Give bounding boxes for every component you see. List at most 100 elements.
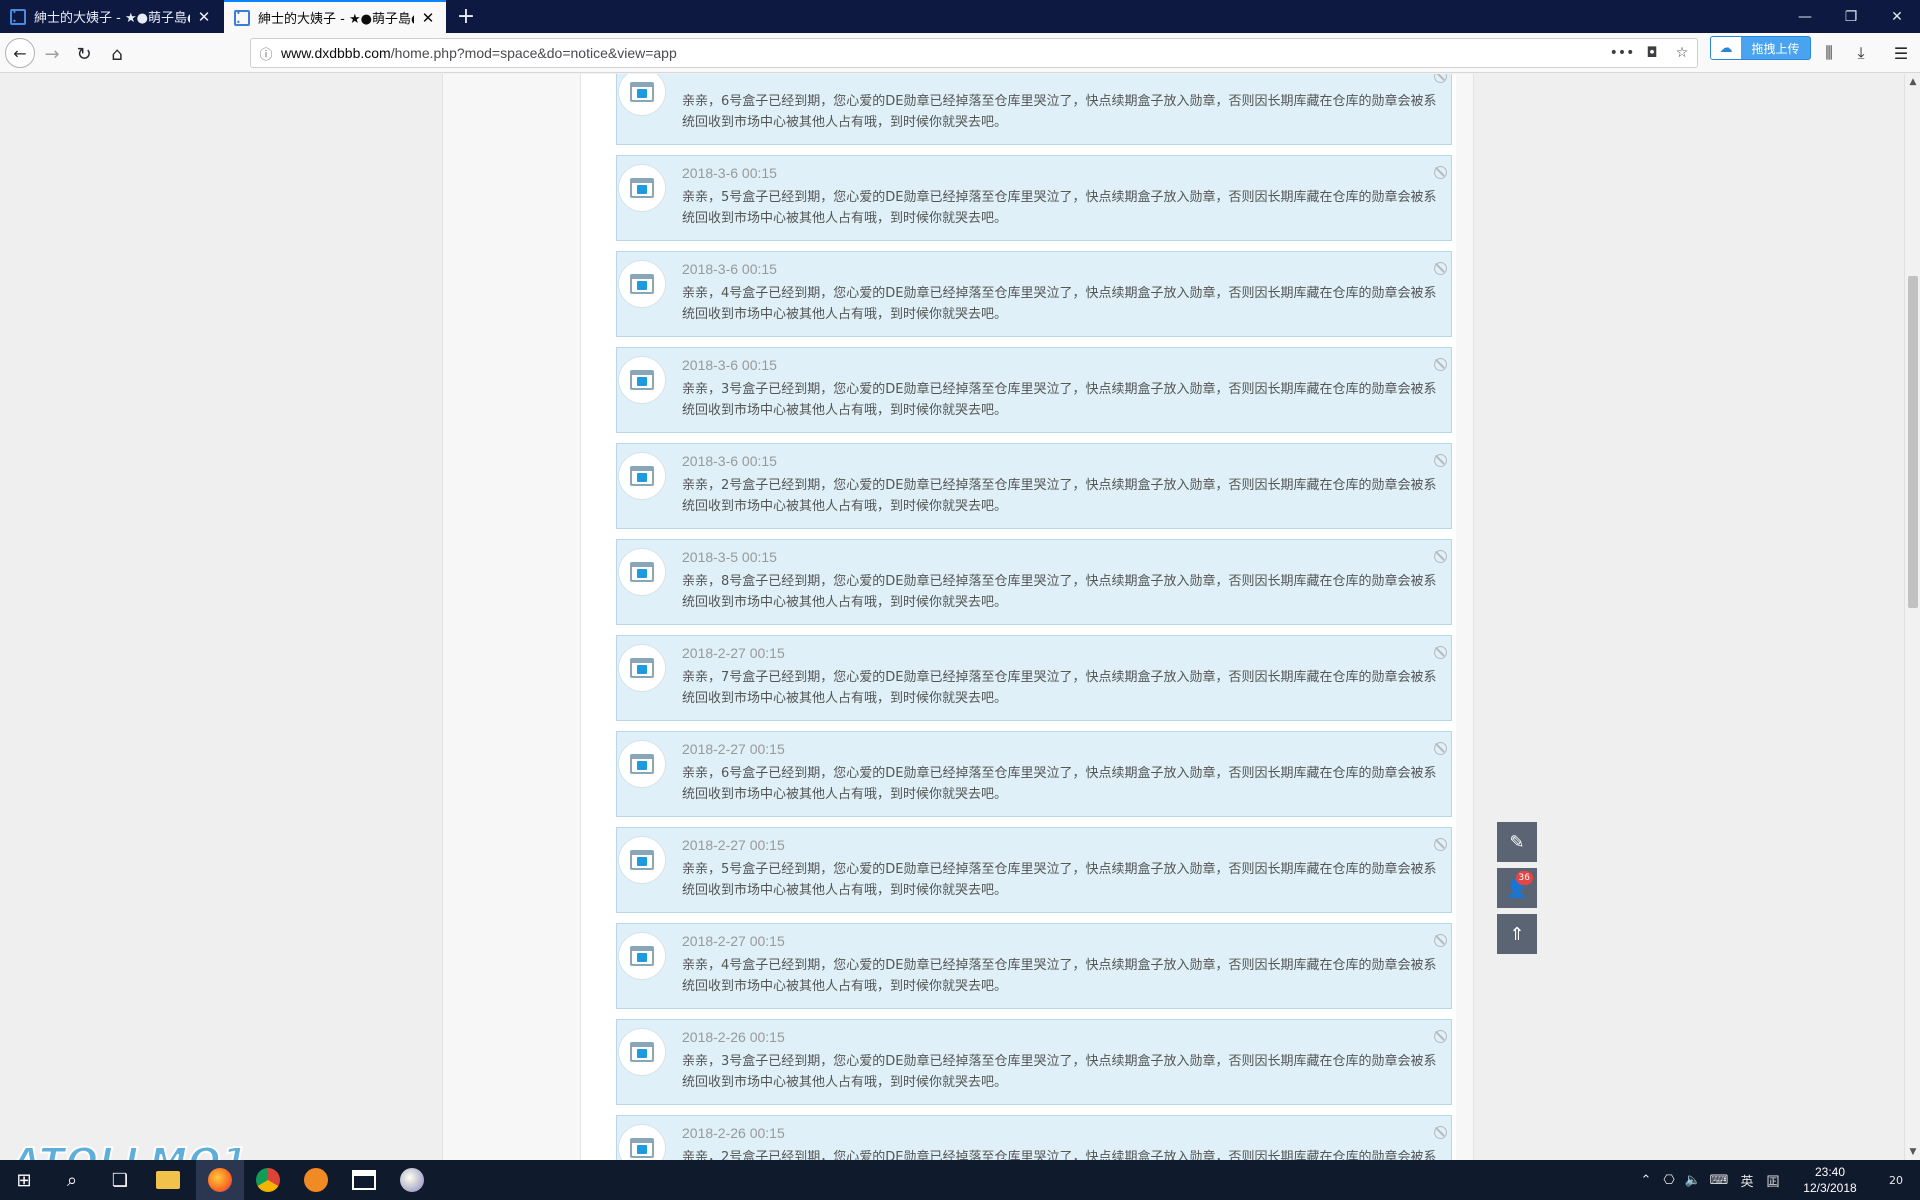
arrow-up-icon: ⇑ [1509, 923, 1525, 945]
notice-body: 亲亲，3号盒子已经到期，您心爱的DE勋章已经掉落至仓库里哭泣了，快点续期盒子放入… [682, 1054, 1437, 1090]
tab-2[interactable]: • • 紳士的大姨子 - ★●萌子島●★ ✕ [224, 0, 446, 33]
scroll-thumb[interactable] [1908, 276, 1918, 608]
ignore-notice-icon[interactable] [1434, 166, 1447, 179]
notice-item: 2018-3-6 00:15 亲亲，2号盒子已经到期，您心爱的DE勋章已经掉落至仓… [616, 443, 1452, 529]
url-path: /home.php?mod=space&do=notice&view=app [390, 45, 677, 61]
close-tab-icon[interactable]: ✕ [196, 8, 212, 26]
app-icon-orange[interactable] [292, 1160, 340, 1200]
ignore-notice-icon[interactable] [1434, 646, 1447, 659]
page-actions-icon[interactable]: ••• [1607, 45, 1637, 61]
forward-button[interactable]: → [38, 40, 66, 68]
notice-time: 2018-2-26 00:15 [682, 1029, 785, 1045]
chrome-icon[interactable] [244, 1160, 292, 1200]
notice-avatar [618, 1028, 666, 1076]
ignore-notice-icon[interactable] [1434, 934, 1447, 947]
new-tab-button[interactable]: + [454, 0, 478, 33]
navigation-bar: ← → ↻ ⌂ ⓘ www.dxdbbb.com/home.php?mod=sp… [0, 33, 1920, 73]
ignore-notice-icon[interactable] [1434, 262, 1447, 275]
address-bar[interactable]: ⓘ www.dxdbbb.com/home.php?mod=space&do=n… [250, 38, 1698, 68]
app-icon-window[interactable] [340, 1160, 388, 1200]
cloud-icon: ☁ [1711, 37, 1741, 59]
app-notice-icon [630, 1042, 654, 1062]
notice-item: 2018-2-27 00:15 亲亲，6号盒子已经到期，您心爱的DE勋章已经掉落至… [616, 731, 1452, 817]
search-icon[interactable]: ⌕ [48, 1160, 96, 1200]
site-favicon-icon: • • [234, 9, 250, 27]
notice-body: 亲亲，2号盒子已经到期，您心爱的DE勋章已经掉落至仓库里哭泣了，快点续期盒子放入… [682, 478, 1437, 514]
notice-avatar [618, 260, 666, 308]
notice-body: 亲亲，6号盒子已经到期，您心爱的DE勋章已经掉落至仓库里哭泣了，快点续期盒子放入… [682, 766, 1437, 802]
minimize-button[interactable]: — [1782, 0, 1828, 33]
ignore-notice-icon[interactable] [1434, 742, 1447, 755]
tray-chevron-icon[interactable]: ⌃ [1636, 1160, 1656, 1200]
close-tab-icon[interactable]: ✕ [420, 9, 436, 27]
app-notice-icon [630, 946, 654, 966]
start-button[interactable]: ⊞ [0, 1160, 48, 1200]
ignore-notice-icon[interactable] [1434, 838, 1447, 851]
firefox-icon[interactable] [196, 1160, 244, 1200]
app-notice-icon [630, 754, 654, 774]
volume-icon[interactable]: 🔈 [1682, 1160, 1704, 1200]
tab-1-title: 紳士的大姨子 - ★●萌子島●★ [34, 11, 190, 26]
ignore-notice-icon[interactable] [1434, 358, 1447, 371]
notice-time: 2018-3-6 00:15 [682, 453, 777, 469]
notice-time: 2018-2-27 00:15 [682, 645, 785, 661]
notice-body: 亲亲，8号盒子已经到期，您心爱的DE勋章已经掉落至仓库里哭泣了，快点续期盒子放入… [682, 574, 1437, 610]
scroll-up-arrow-icon[interactable]: ▲ [1905, 74, 1920, 90]
ignore-notice-icon[interactable] [1434, 1126, 1447, 1139]
back-button[interactable]: ← [5, 38, 35, 68]
task-view-icon[interactable]: ❏ [96, 1160, 144, 1200]
notification-badge: 36 [1515, 871, 1533, 885]
keyboard-icon[interactable]: ⌨ [1706, 1160, 1732, 1200]
ignore-notice-icon[interactable] [1434, 550, 1447, 563]
home-button[interactable]: ⌂ [103, 40, 131, 68]
close-window-button[interactable]: ✕ [1874, 0, 1920, 33]
url-text[interactable]: www.dxdbbb.com/home.php?mod=space&do=not… [281, 45, 1607, 61]
notice-time: 2018-3-6 00:15 [682, 165, 777, 181]
restore-button[interactable]: ❐ [1828, 0, 1874, 33]
file-explorer-icon[interactable] [144, 1160, 192, 1200]
ignore-notice-icon[interactable] [1434, 1030, 1447, 1043]
ignore-notice-icon[interactable] [1434, 74, 1447, 83]
site-favicon-icon: • • [10, 8, 26, 26]
notice-item: 2018-2-27 00:15 亲亲，5号盒子已经到期，您心爱的DE勋章已经掉落至… [616, 827, 1452, 913]
network-icon[interactable]: ⎔ [1658, 1160, 1680, 1200]
site-info-icon[interactable]: ⓘ [251, 44, 281, 63]
notice-item: 2018-2-27 00:15 亲亲，4号盒子已经到期，您心爱的DE勋章已经掉落至… [616, 923, 1452, 1009]
notice-body: 亲亲，4号盒子已经到期，您心爱的DE勋章已经掉落至仓库里哭泣了，快点续期盒子放入… [682, 958, 1437, 994]
notice-time: 2018-2-26 00:15 [682, 1125, 785, 1141]
action-center-button[interactable]: 20 [1876, 1160, 1916, 1200]
pocket-icon[interactable]: ◘ [1637, 45, 1667, 61]
reload-button[interactable]: ↻ [70, 40, 98, 68]
notice-body: 亲亲，3号盒子已经到期，您心爱的DE勋章已经掉落至仓库里哭泣了，快点续期盒子放入… [682, 382, 1437, 418]
notice-avatar [618, 74, 666, 116]
notice-avatar [618, 836, 666, 884]
notice-time: 2018-3-5 00:15 [682, 549, 777, 565]
notice-avatar [618, 644, 666, 692]
upload-button[interactable]: ☁ 拖拽上传 [1710, 36, 1811, 60]
ime-indicator[interactable]: 英 [1736, 1160, 1758, 1200]
download-icon[interactable]: ⤓ [1848, 40, 1874, 66]
taskbar-clock[interactable]: 23:40 12/3/2018 [1790, 1164, 1870, 1196]
paint-icon[interactable] [388, 1160, 436, 1200]
notifications-button[interactable]: 👤 36 [1497, 868, 1537, 908]
library-icon[interactable]: ⫼ [1816, 40, 1842, 66]
notice-time: 2018-3-6 00:15 [682, 357, 777, 373]
scroll-down-arrow-icon[interactable]: ▼ [1905, 1144, 1920, 1160]
taskbar: ⊞ ⌕ ❏ ⌃ ⎔ 🔈 ⌨ 英 囸 23:40 12/3/2018 20 [0, 1160, 1920, 1200]
notice-avatar [618, 452, 666, 500]
notice-item: 2018-3-6 00:15 亲亲，5号盒子已经到期，您心爱的DE勋章已经掉落至仓… [616, 155, 1452, 241]
app-notice-icon [630, 82, 654, 102]
app-notice-icon [630, 274, 654, 294]
tab-1[interactable]: • • 紳士的大姨子 - ★●萌子島●★ ✕ [0, 0, 222, 33]
menu-icon[interactable]: ☰ [1888, 40, 1914, 66]
ime-mode-icon[interactable]: 囸 [1762, 1160, 1784, 1200]
page-viewport: 亲亲，6号盒子已经到期，您心爱的DE勋章已经掉落至仓库里哭泣了，快点续期盒子放入… [0, 74, 1904, 1160]
post-button[interactable]: ✎ [1497, 822, 1537, 862]
ignore-notice-icon[interactable] [1434, 454, 1447, 467]
bookmark-star-icon[interactable]: ☆ [1667, 45, 1697, 61]
notice-item: 2018-2-26 00:15 亲亲，2号盒子已经到期，您心爱的DE勋章已经掉落至… [616, 1115, 1452, 1160]
app-notice-icon [630, 850, 654, 870]
page-scrollbar[interactable]: ▲ ▼ [1904, 74, 1920, 1160]
back-to-top-button[interactable]: ⇑ [1497, 914, 1537, 954]
notice-time: 2018-2-27 00:15 [682, 933, 785, 949]
